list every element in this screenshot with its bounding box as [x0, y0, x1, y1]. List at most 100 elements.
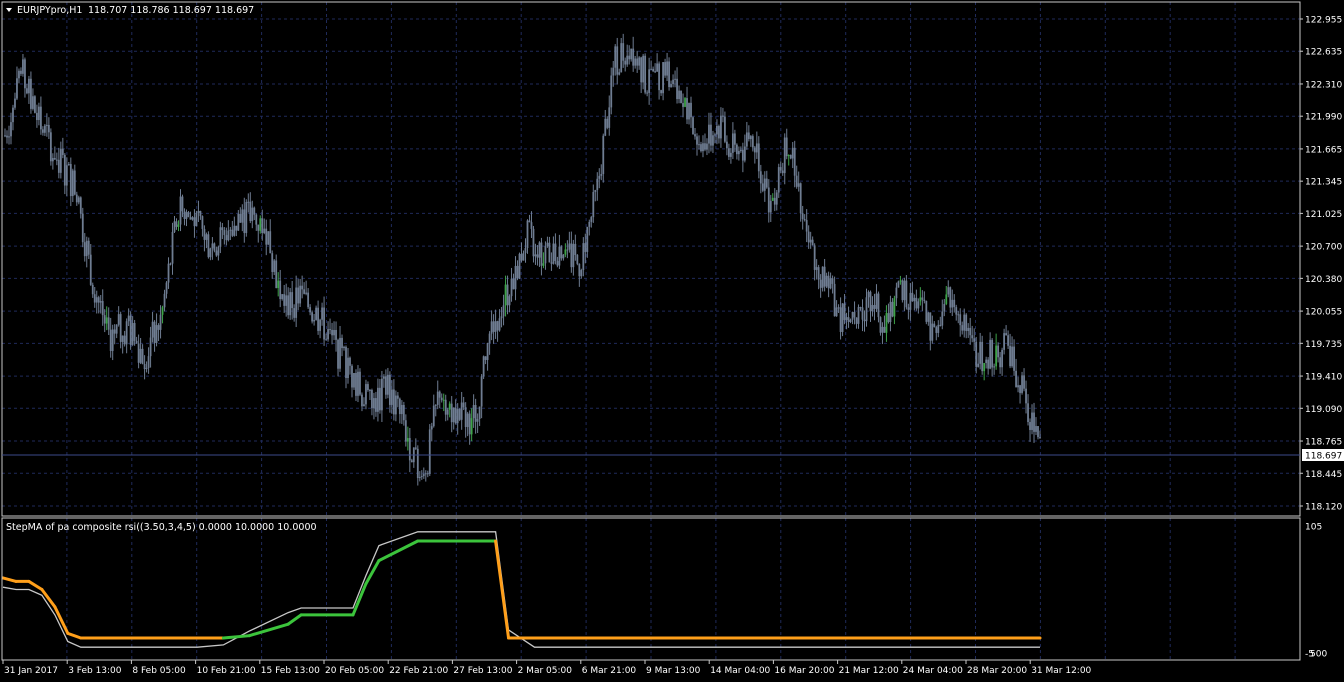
candle-body — [913, 297, 916, 302]
candle-body — [1003, 333, 1006, 350]
candle-body — [1035, 426, 1037, 432]
candle-body — [1001, 349, 1004, 368]
price-tick-label: 121.345 — [1305, 178, 1342, 188]
candle-body — [935, 327, 938, 333]
candle-body — [785, 137, 788, 157]
candle-body — [538, 242, 541, 258]
candle-body — [841, 303, 844, 332]
candle-body — [454, 407, 457, 424]
candle-body — [965, 314, 968, 331]
candle-body — [674, 78, 676, 80]
candle-body — [53, 158, 56, 160]
candle-body — [488, 333, 491, 344]
candle-body — [997, 345, 1000, 358]
symbol-label: EURJPYpro,H1 — [17, 5, 82, 16]
candle-body — [1019, 385, 1021, 393]
candle-body — [909, 292, 912, 310]
candle-body — [630, 48, 633, 60]
candle-body — [309, 307, 312, 313]
price-tick-label: 119.410 — [1305, 373, 1342, 383]
candle-body — [869, 291, 872, 312]
candle-body — [668, 61, 670, 88]
candle-body — [143, 363, 146, 370]
candle-body — [101, 301, 104, 316]
candle-body — [281, 294, 284, 300]
candle-body — [574, 243, 577, 255]
candle-body — [303, 289, 306, 294]
candle-body — [889, 301, 892, 323]
candle-body — [636, 58, 639, 66]
candle-body — [325, 339, 327, 341]
candle-body — [604, 118, 607, 136]
candle-body — [805, 220, 808, 232]
candle-body — [688, 102, 690, 120]
candle-body — [1039, 437, 1041, 439]
candle-body — [289, 292, 292, 316]
candle-body — [333, 330, 335, 336]
candle-body — [644, 55, 647, 93]
candle-body — [41, 129, 44, 133]
candle-body — [81, 213, 84, 243]
candle-body — [319, 319, 321, 331]
candle-body — [73, 170, 76, 195]
candle-body — [167, 263, 170, 283]
candle-body — [967, 327, 970, 331]
candle-body — [516, 265, 519, 279]
candle-body — [843, 303, 846, 321]
candle-body — [1027, 403, 1029, 422]
candle-body — [558, 246, 561, 266]
candle-body — [704, 143, 706, 150]
candle-body — [125, 321, 128, 345]
candle-body — [363, 404, 365, 407]
candle-body — [929, 312, 932, 341]
candle-body — [113, 329, 116, 334]
price-tick-label: 120.700 — [1305, 243, 1342, 253]
candle-body — [510, 278, 513, 297]
candle-body — [955, 307, 958, 315]
candle-body — [484, 356, 487, 360]
price-tick-label: 120.055 — [1305, 308, 1342, 318]
candle-body — [119, 314, 122, 342]
candle-body — [10, 122, 12, 137]
candle-body — [975, 341, 978, 367]
candle-body — [739, 149, 742, 151]
candle-body — [1015, 370, 1017, 388]
candle-body — [460, 402, 463, 420]
candle-body — [367, 384, 369, 391]
candle-body — [735, 144, 738, 155]
candle-body — [925, 300, 928, 322]
candle-body — [859, 307, 862, 309]
candle-body — [656, 63, 659, 72]
time-tick-label: 24 Mar 04:00 — [903, 666, 963, 676]
candle-body — [430, 426, 433, 430]
candle-body — [83, 242, 86, 257]
candle-body — [1005, 333, 1007, 336]
candle-body — [710, 124, 712, 146]
candle-body — [903, 280, 906, 301]
chart-window[interactable]: EURJPYpro,H1 118.707 118.786 118.697 118… — [0, 0, 1344, 682]
candle-body — [398, 398, 401, 415]
candle-body — [155, 325, 158, 344]
candle-body — [331, 329, 333, 336]
candle-body — [819, 279, 822, 288]
candle-body — [179, 196, 182, 225]
candle-body — [536, 254, 539, 258]
candle-body — [530, 222, 533, 229]
candle-body — [165, 282, 168, 294]
candle-body — [514, 265, 517, 290]
candle-body — [803, 219, 806, 221]
candle-body — [853, 311, 856, 318]
candle-body — [504, 284, 507, 306]
candle-body — [626, 55, 629, 65]
candle-body — [329, 329, 331, 331]
candle-body — [231, 229, 234, 236]
candle-body — [546, 242, 549, 247]
candle-body — [937, 324, 940, 333]
candle-body — [394, 395, 397, 415]
candle-body — [249, 201, 252, 222]
candle-body — [706, 143, 708, 150]
candle-body — [253, 207, 256, 215]
candle-body — [85, 240, 88, 257]
candle-body — [34, 96, 36, 113]
candle-body — [783, 137, 786, 174]
